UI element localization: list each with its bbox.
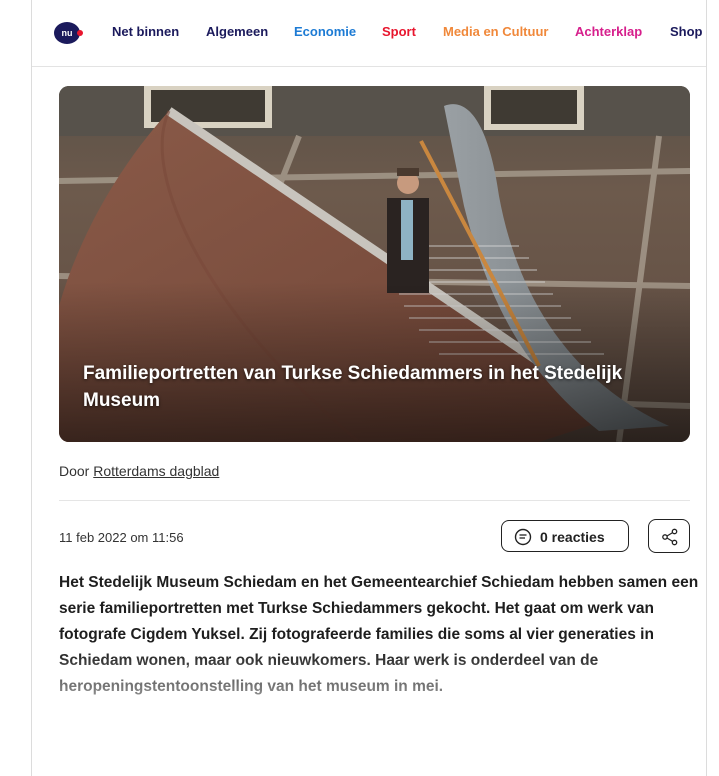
nav-item-shop[interactable]: Shop (670, 24, 703, 39)
nav-item-net-binnen[interactable]: Net binnen (112, 24, 179, 39)
nav-item-algemeen[interactable]: Algemeen (206, 24, 268, 39)
divider (59, 500, 690, 501)
top-navigation: nu Net binnen Algemeen Economie Sport Me… (32, 0, 706, 67)
article-title: Familieportretten van Turkse Schiedammer… (83, 363, 623, 411)
author-link[interactable]: Rotterdams dagblad (93, 463, 219, 479)
byline: Door Rotterdams dagblad (59, 463, 219, 479)
share-icon (662, 528, 678, 546)
article-hero-image: Familieportretten van Turkse Schiedammer… (59, 86, 690, 442)
logo-dot (77, 30, 83, 36)
speech-bubble-icon (514, 528, 532, 546)
byline-prefix: Door (59, 463, 90, 479)
nav-item-sport[interactable]: Sport (382, 24, 416, 39)
article-page: nu Net binnen Algemeen Economie Sport Me… (31, 0, 707, 776)
publish-date: 11 feb 2022 om 11:56 (59, 530, 184, 545)
reactions-label: 0 reacties (540, 529, 605, 545)
share-button[interactable] (648, 519, 690, 553)
article-body: Het Stedelijk Museum Schiedam en het Gem… (59, 574, 699, 695)
reactions-button[interactable]: 0 reacties (501, 520, 629, 552)
nav-item-achterklap[interactable]: Achterklap (575, 24, 642, 39)
nav-item-economie[interactable]: Economie (294, 24, 356, 39)
nav-item-media-en-cultuur[interactable]: Media en Cultuur (443, 24, 548, 39)
